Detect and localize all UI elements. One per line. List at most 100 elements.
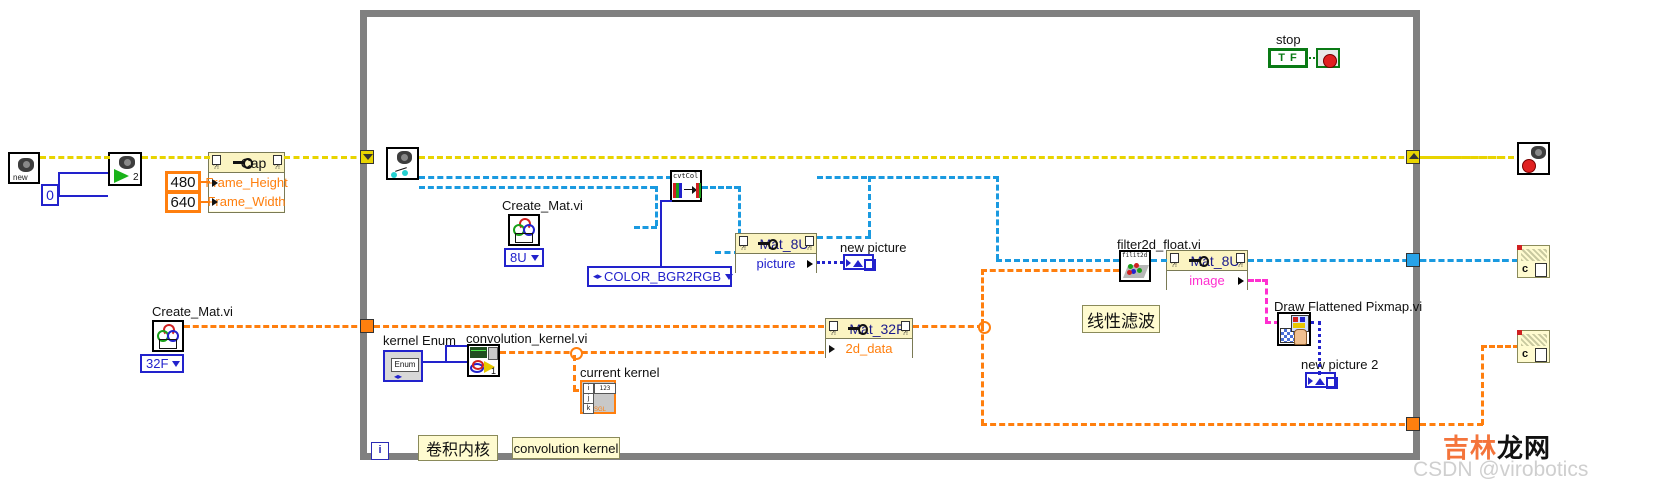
cap-property-node[interactable]: ?! Cap ?! Frame_Height Frame_Width [205, 152, 288, 213]
wire-enum-up-h [445, 345, 467, 347]
kernel-enum-control[interactable]: Enum ◂▸ [383, 350, 423, 382]
camera-new-node[interactable]: new [8, 152, 40, 184]
wire-mat32f-out [913, 325, 983, 328]
wire-mat8u-up [868, 176, 871, 236]
cap-property-header: ?! Cap ?! [209, 153, 284, 173]
create-mat-32f-type-text: 32F [146, 356, 169, 371]
cap-row-frame-width-text: Frame_Width [207, 194, 286, 209]
dispose-pattern-icon-1 [1521, 249, 1547, 261]
pixmap-icon [1279, 314, 1309, 345]
wire-camera-ref-left-2 [142, 156, 210, 159]
stop-button-control[interactable] [1316, 48, 1340, 68]
create-mat-8u-type-selector[interactable]: 8U [504, 248, 544, 267]
wire-pixmap-out-v [1318, 321, 1321, 375]
current-kernel-indicator[interactable]: i j k 123 SGL [580, 380, 616, 414]
chevron-down-icon-3 [172, 360, 181, 367]
cap-row-frame-width[interactable]: Frame_Width [207, 192, 286, 211]
mat-8u-image-row[interactable]: image [1167, 271, 1247, 290]
wire-zero-to-camera [58, 172, 60, 196]
cap-row-frame-height[interactable]: Frame_Height [205, 173, 288, 192]
new-picture-label: new picture [840, 240, 907, 255]
zero-constant[interactable]: 0 [41, 184, 59, 206]
create-mat-8u-label: Create_Mat.vi [502, 198, 583, 213]
camera-open-node[interactable]: 2 [108, 152, 142, 186]
dispose-node-1[interactable]: c [1517, 245, 1550, 278]
create-mat-32f-node[interactable] [152, 320, 184, 352]
camera-close-node[interactable] [1517, 142, 1550, 175]
mat-8u-picture-row[interactable]: picture [736, 254, 816, 273]
create-mat-32f-label: Create_Mat.vi [152, 304, 233, 319]
draw-flattened-pixmap-node[interactable] [1277, 312, 1311, 346]
filter2d-icon [1123, 261, 1149, 280]
watermark-csdn: CSDN @virobotics [1413, 458, 1589, 481]
wire-zero-horizontal [58, 195, 108, 197]
frame-height-constant[interactable]: 480 [165, 171, 201, 193]
stop-boolean-terminal[interactable]: T F [1268, 48, 1308, 68]
create-mat-8u-icon [510, 216, 538, 244]
picture-indicator-icon [846, 257, 876, 271]
wire-camera-ref-left-3 [284, 156, 366, 159]
array-index-k: k [583, 403, 594, 414]
new-picture-2-label: new picture 2 [1301, 357, 1379, 372]
cvt-color-node[interactable]: cvtCol [670, 170, 702, 202]
camera-open-label: 2 [133, 172, 139, 183]
dispose-node-2[interactable]: c [1517, 330, 1550, 363]
wire-mat8u-top-right [817, 176, 999, 179]
wire-stop-to-button [1306, 57, 1318, 59]
reference-link-icon-4 [1189, 256, 1209, 267]
wire-32f-right-to-dispose [1481, 345, 1519, 348]
filter2d-node[interactable]: filit2d [1119, 250, 1151, 282]
chevron-down-icon-2 [725, 273, 734, 280]
wire-to-filter2d [996, 259, 1119, 262]
block-diagram-canvas: i new 0 2 480 640 ?! Cap ?! Frame_Height… [0, 0, 1660, 500]
stop-boolean-value: T F [1278, 52, 1298, 64]
wire-image-down-to-createmat [655, 186, 658, 226]
convolution-kernel-vi-node[interactable]: 1 [467, 344, 500, 377]
wire-junction-kernel [570, 347, 583, 360]
wire-mat8u-into-up [817, 236, 871, 239]
wire-image-to-pixmap-v [1265, 279, 1268, 323]
mat-32f-header: ?! Mat_32F ?! [826, 319, 912, 339]
loop-tunnel-camera-in [360, 150, 374, 164]
loop-tunnel-image-out [1406, 253, 1420, 267]
dispose-input-marker-1 [1517, 245, 1522, 250]
comment-linear-filter: 线性滤波 [1082, 305, 1160, 333]
wire-32f-right-out [1420, 423, 1483, 426]
mat-32f-property-node[interactable]: ?! Mat_32F ?! 2d_data [825, 318, 913, 358]
wire-filter-to-mat8u [1151, 259, 1167, 262]
wire-color-const-to-cvt [660, 200, 672, 202]
new-picture-indicator[interactable] [843, 254, 876, 271]
wire-camera-ref-left-1 [40, 156, 110, 159]
create-mat-32f-icon [154, 322, 182, 350]
mat-8u-picture-property-node[interactable]: ?! Mat_8U ?! picture [735, 233, 817, 273]
filter2d-icon-text: filit2d [1122, 252, 1148, 259]
camera-read-icon [388, 149, 417, 178]
camera-close-led-icon [1522, 159, 1536, 173]
camera-open-icon: 2 [110, 154, 140, 184]
convolution-kernel-instance: 1 [490, 366, 496, 376]
loop-iteration-terminal: i [371, 442, 389, 460]
wire-cvt-out-1 [702, 186, 740, 189]
mat-32f-row-2d-data[interactable]: 2d_data [826, 339, 912, 358]
wire-32f-inside-loop [374, 325, 824, 328]
chevron-down-icon [530, 254, 539, 261]
wire-enum-up [445, 345, 447, 363]
reference-link-icon [233, 158, 253, 169]
create-mat-32f-type-selector[interactable]: 32F [140, 354, 184, 373]
create-mat-8u-node[interactable] [508, 214, 540, 246]
mat-8u-image-header: ?! Mat_8U ?! [1167, 251, 1247, 271]
camera-close-icon [1519, 144, 1548, 173]
enum-left-right-icon: ◂▸ [593, 271, 603, 281]
camera-read-node[interactable] [386, 147, 419, 180]
camera-icon: new [10, 154, 38, 182]
color-conversion-constant[interactable]: ◂▸ COLOR_BGR2RGB [587, 266, 734, 287]
frame-width-constant[interactable]: 640 [165, 191, 201, 213]
play-triangle-icon [114, 169, 129, 183]
wire-image-to-createmat [634, 226, 657, 229]
wire-mat32f-bottom [981, 423, 1414, 426]
mat-8u-picture-row-text: picture [756, 256, 796, 271]
mat-8u-image-property-node[interactable]: ?! Mat_8U ?! image [1166, 250, 1248, 290]
kernel-enum-value: Enum [391, 358, 419, 372]
read-dots-icon [391, 167, 415, 178]
wire-640-to-cap [200, 201, 210, 203]
